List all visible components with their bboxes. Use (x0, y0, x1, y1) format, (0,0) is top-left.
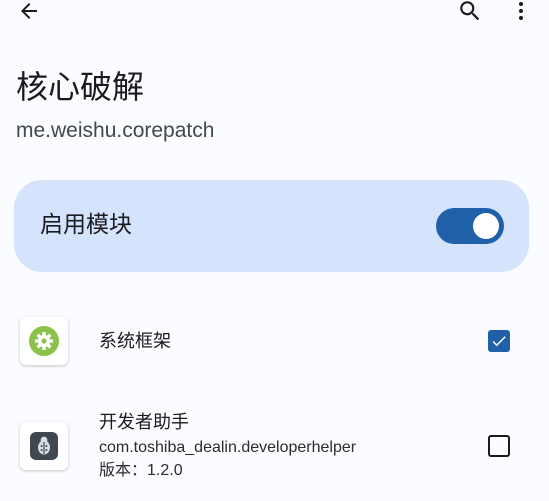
system-framework-checkbox[interactable] (488, 330, 510, 352)
top-app-bar (0, 0, 549, 30)
scope-item-package: com.toshiba_dealin.developerhelper (99, 439, 357, 456)
search-button[interactable] (450, 0, 490, 26)
back-button[interactable] (9, 0, 49, 26)
enable-module-switch[interactable] (436, 208, 504, 244)
module-package-name: me.weishu.corepatch (16, 119, 215, 142)
scope-item-system-framework[interactable]: 系统框架 (0, 300, 549, 384)
arrow-back-icon (21, 3, 37, 19)
scope-item-title: 系统框架 (99, 331, 171, 352)
enable-module-label: 启用模块 (40, 212, 132, 238)
scope-item-version: 版本：1.2.0 (99, 462, 183, 479)
check-icon (492, 336, 506, 347)
search-icon (460, 1, 480, 21)
system-framework-app-icon (20, 317, 68, 365)
module-title: 核心破解 (16, 68, 145, 106)
module-detail-screen: 核心破解 me.weishu.corepatch 启用模块 系统框架 开发者助手… (0, 0, 549, 501)
scope-item-developer-helper[interactable]: 开发者助手 com.toshiba_dealin.developerhelper… (0, 398, 549, 498)
developer-helper-checkbox[interactable] (488, 435, 510, 457)
more-options-button[interactable] (501, 0, 541, 26)
scope-item-title: 开发者助手 (99, 412, 189, 433)
android-system-gear-icon (29, 326, 59, 356)
more-vert-icon (519, 2, 523, 20)
developer-helper-bug-icon (30, 432, 58, 460)
switch-thumb (473, 213, 499, 239)
developer-helper-app-icon (20, 422, 68, 470)
enable-module-card[interactable]: 启用模块 (14, 180, 529, 272)
